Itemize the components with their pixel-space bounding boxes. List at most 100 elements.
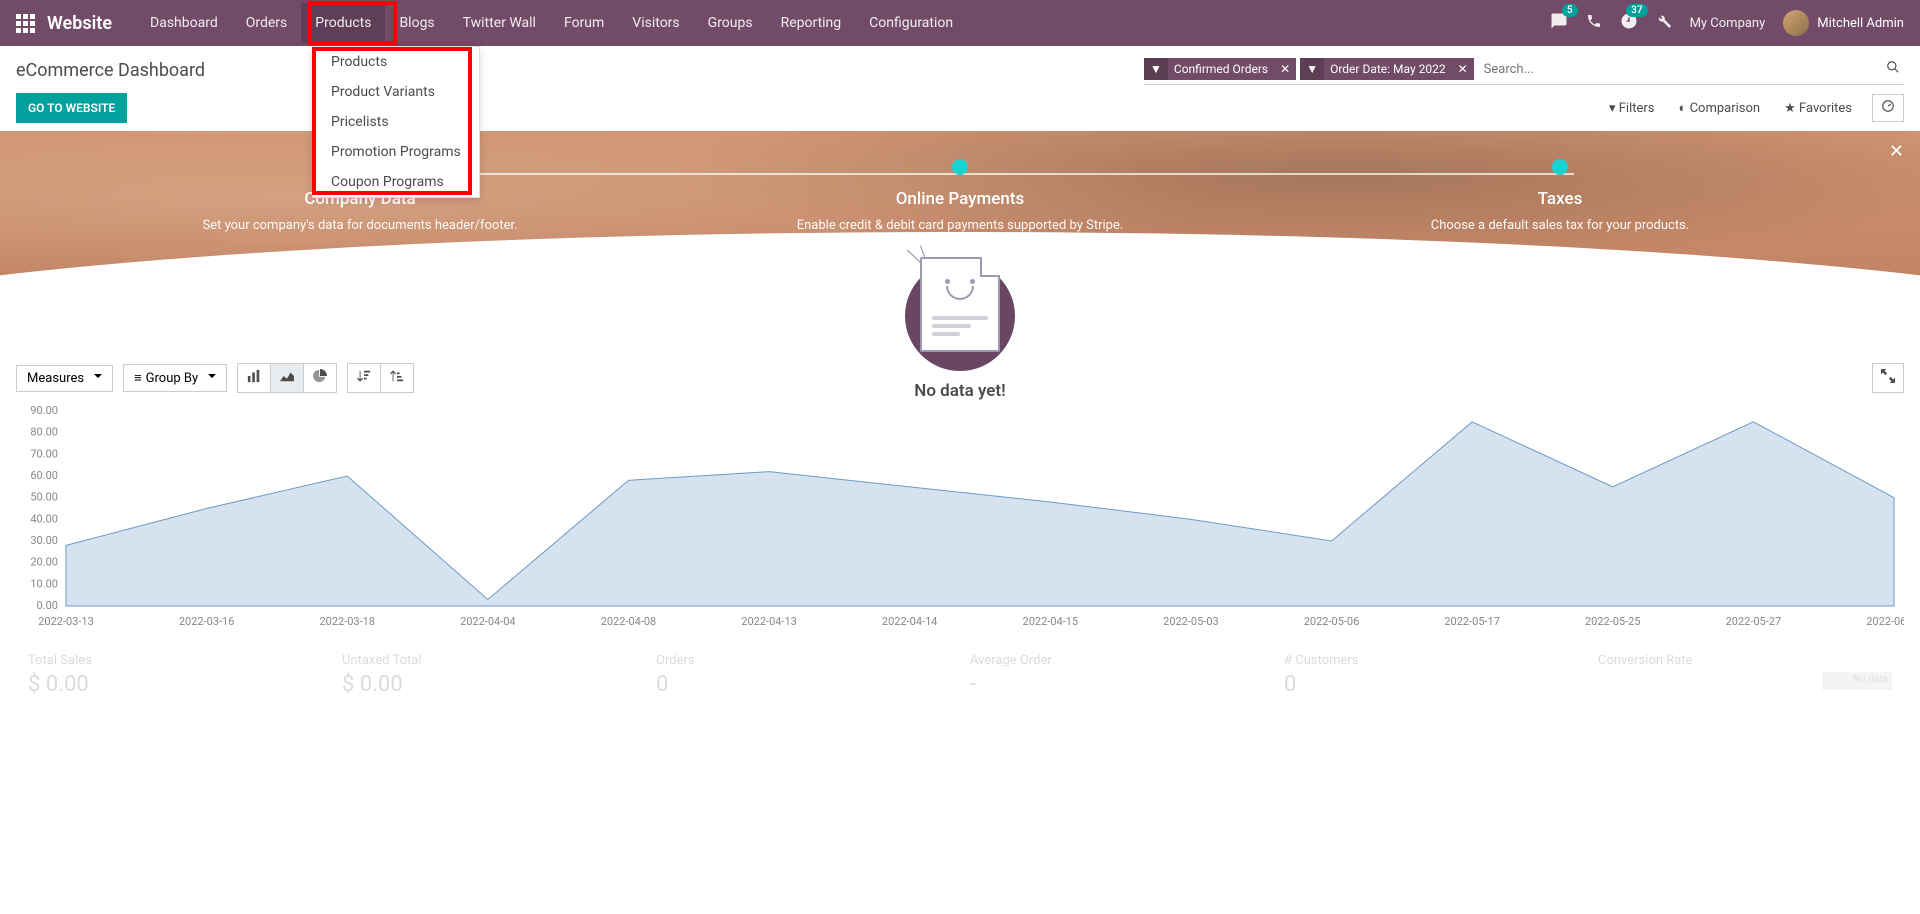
kpi-card: # Customers 0 [1284,653,1578,697]
svg-text:50.00: 50.00 [30,491,58,504]
sort-asc-icon[interactable] [381,364,413,392]
facet-remove-icon[interactable]: ✕ [1452,58,1474,80]
dropdown-item-pricelists[interactable]: Pricelists [313,107,479,137]
step-dot-icon [952,159,968,175]
kpi-card: Average Order - [970,653,1264,697]
dropdown-item-products[interactable]: Products [313,47,479,77]
step-desc: Enable credit & debit card payments supp… [660,217,1260,235]
area-chart-icon[interactable] [271,364,304,392]
user-name: Mitchell Admin [1817,16,1904,31]
filters-dropdown[interactable]: ▾ Filters [1609,101,1655,116]
kpi-value: $ 0.00 [28,672,322,697]
facet-label: Confirmed Orders [1168,58,1274,80]
nav-item-configuration[interactable]: Configuration [855,3,967,43]
nodata-overlay: ╲│ No data yet! [860,251,1060,401]
expand-icon[interactable] [1872,363,1904,393]
kpi-label: Conversion Rate [1598,653,1892,668]
kpi-label: # Customers [1284,653,1578,668]
svg-text:0.00: 0.00 [37,599,58,612]
kpi-label: Average Order [970,653,1264,668]
nav-item-reporting[interactable]: Reporting [767,3,856,43]
dropdown-item-coupon-programs[interactable]: Coupon Programs [313,167,479,197]
step-desc: Choose a default sales tax for your prod… [1260,217,1860,235]
nav-item-orders[interactable]: Orders [232,3,302,43]
dashboard-view-button[interactable] [1872,94,1904,122]
nav-item-visitors[interactable]: Visitors [618,3,693,43]
bar-chart-icon[interactable] [238,364,271,392]
dropdown-item-promotion-programs[interactable]: Promotion Programs [313,137,479,167]
svg-text:2022-04-15: 2022-04-15 [1023,615,1079,628]
svg-text:30.00: 30.00 [30,534,58,547]
svg-text:2022-05-06: 2022-05-06 [1304,615,1360,628]
kpi-value: 0 [656,672,950,697]
svg-text:2022-05-03: 2022-05-03 [1163,615,1219,628]
kpi-card: Conversion RateNo data [1598,653,1892,697]
kpi-label: Total Sales [28,653,322,668]
nav-item-twitter-wall[interactable]: Twitter Wall [449,3,550,43]
step-dot-icon [1552,159,1568,175]
kpi-value: 0 [1284,672,1578,697]
filter-icon: ▼ [1300,58,1324,80]
svg-text:20.00: 20.00 [30,556,58,569]
pie-chart-icon[interactable] [304,364,336,392]
svg-text:40.00: 40.00 [30,512,58,525]
close-icon[interactable]: ✕ [1889,141,1904,162]
nav-item-groups[interactable]: Groups [694,3,767,43]
svg-text:60.00: 60.00 [30,469,58,482]
main-navbar: Website DashboardOrdersProductsBlogsTwit… [0,0,1920,46]
favorites-dropdown[interactable]: ★ Favorites [1784,101,1852,116]
step-title: Taxes [1260,189,1860,209]
step-button[interactable]: Let's start! [315,251,405,280]
control-panel: eCommerce Dashboard ▼Confirmed Orders✕▼O… [0,46,1920,131]
brand-title[interactable]: Website [47,13,112,34]
measures-button[interactable]: Measures [16,365,113,392]
svg-text:2022-04-08: 2022-04-08 [601,615,657,628]
apps-icon[interactable] [16,14,35,33]
company-selector[interactable]: My Company [1690,16,1766,31]
comparison-dropdown[interactable]: ◐ Comparison [1679,100,1761,116]
svg-text:80.00: 80.00 [30,426,58,439]
kpi-label: Orders [656,653,950,668]
nav-item-products[interactable]: Products [301,3,385,43]
kpi-label: Untaxed Total [342,653,636,668]
groupby-button[interactable]: ≡ Group By [123,364,227,392]
nodata-text: No data yet! [860,381,1060,401]
facet-remove-icon[interactable]: ✕ [1274,58,1296,80]
chart-type-group [237,363,337,393]
nodata-illustration: ╲│ [905,251,1015,371]
search-input[interactable] [1478,58,1882,81]
svg-text:2022-05-27: 2022-05-27 [1726,615,1782,628]
step-desc: Set your company's data for documents he… [60,217,660,235]
filter-icon: ▼ [1144,58,1168,80]
svg-text:2022-04-13: 2022-04-13 [741,615,797,628]
search-icon[interactable] [1882,56,1904,82]
svg-text:90.00: 90.00 [30,404,58,417]
step-title: Online Payments [660,189,1260,209]
svg-text:2022-04-14: 2022-04-14 [882,615,938,628]
clock-icon[interactable]: 37 [1620,12,1638,34]
svg-text:70.00: 70.00 [30,447,58,460]
nav-item-forum[interactable]: Forum [550,3,618,43]
step-button[interactable]: Set taxes [1518,251,1601,280]
svg-text:2022-06-10: 2022-06-10 [1866,615,1904,628]
nav-item-blogs[interactable]: Blogs [385,3,448,43]
kpi-card: Orders 0 [656,653,950,697]
chat-icon[interactable]: 5 [1550,12,1568,34]
go-to-website-button[interactable]: GO TO WEBSITE [16,93,127,123]
wrench-icon[interactable] [1656,13,1672,33]
svg-text:2022-03-16: 2022-03-16 [179,615,235,628]
kpi-value: - [970,672,1264,697]
products-dropdown: ProductsProduct VariantsPricelistsPromot… [312,46,480,198]
user-menu[interactable]: Mitchell Admin [1783,10,1904,36]
search-facet: ▼Order Date: May 2022✕ [1300,58,1473,80]
page-title: eCommerce Dashboard [16,60,205,81]
search-facet: ▼Confirmed Orders✕ [1144,58,1296,80]
nav-item-dashboard[interactable]: Dashboard [136,3,232,43]
dropdown-item-product-variants[interactable]: Product Variants [313,77,479,107]
sort-desc-icon[interactable] [348,364,381,392]
chat-badge: 5 [1562,4,1578,17]
svg-text:2022-04-04: 2022-04-04 [460,615,516,628]
phone-icon[interactable] [1586,13,1602,33]
svg-text:2022-05-17: 2022-05-17 [1444,615,1500,628]
search-area: ▼Confirmed Orders✕▼Order Date: May 2022✕ [1144,56,1904,85]
